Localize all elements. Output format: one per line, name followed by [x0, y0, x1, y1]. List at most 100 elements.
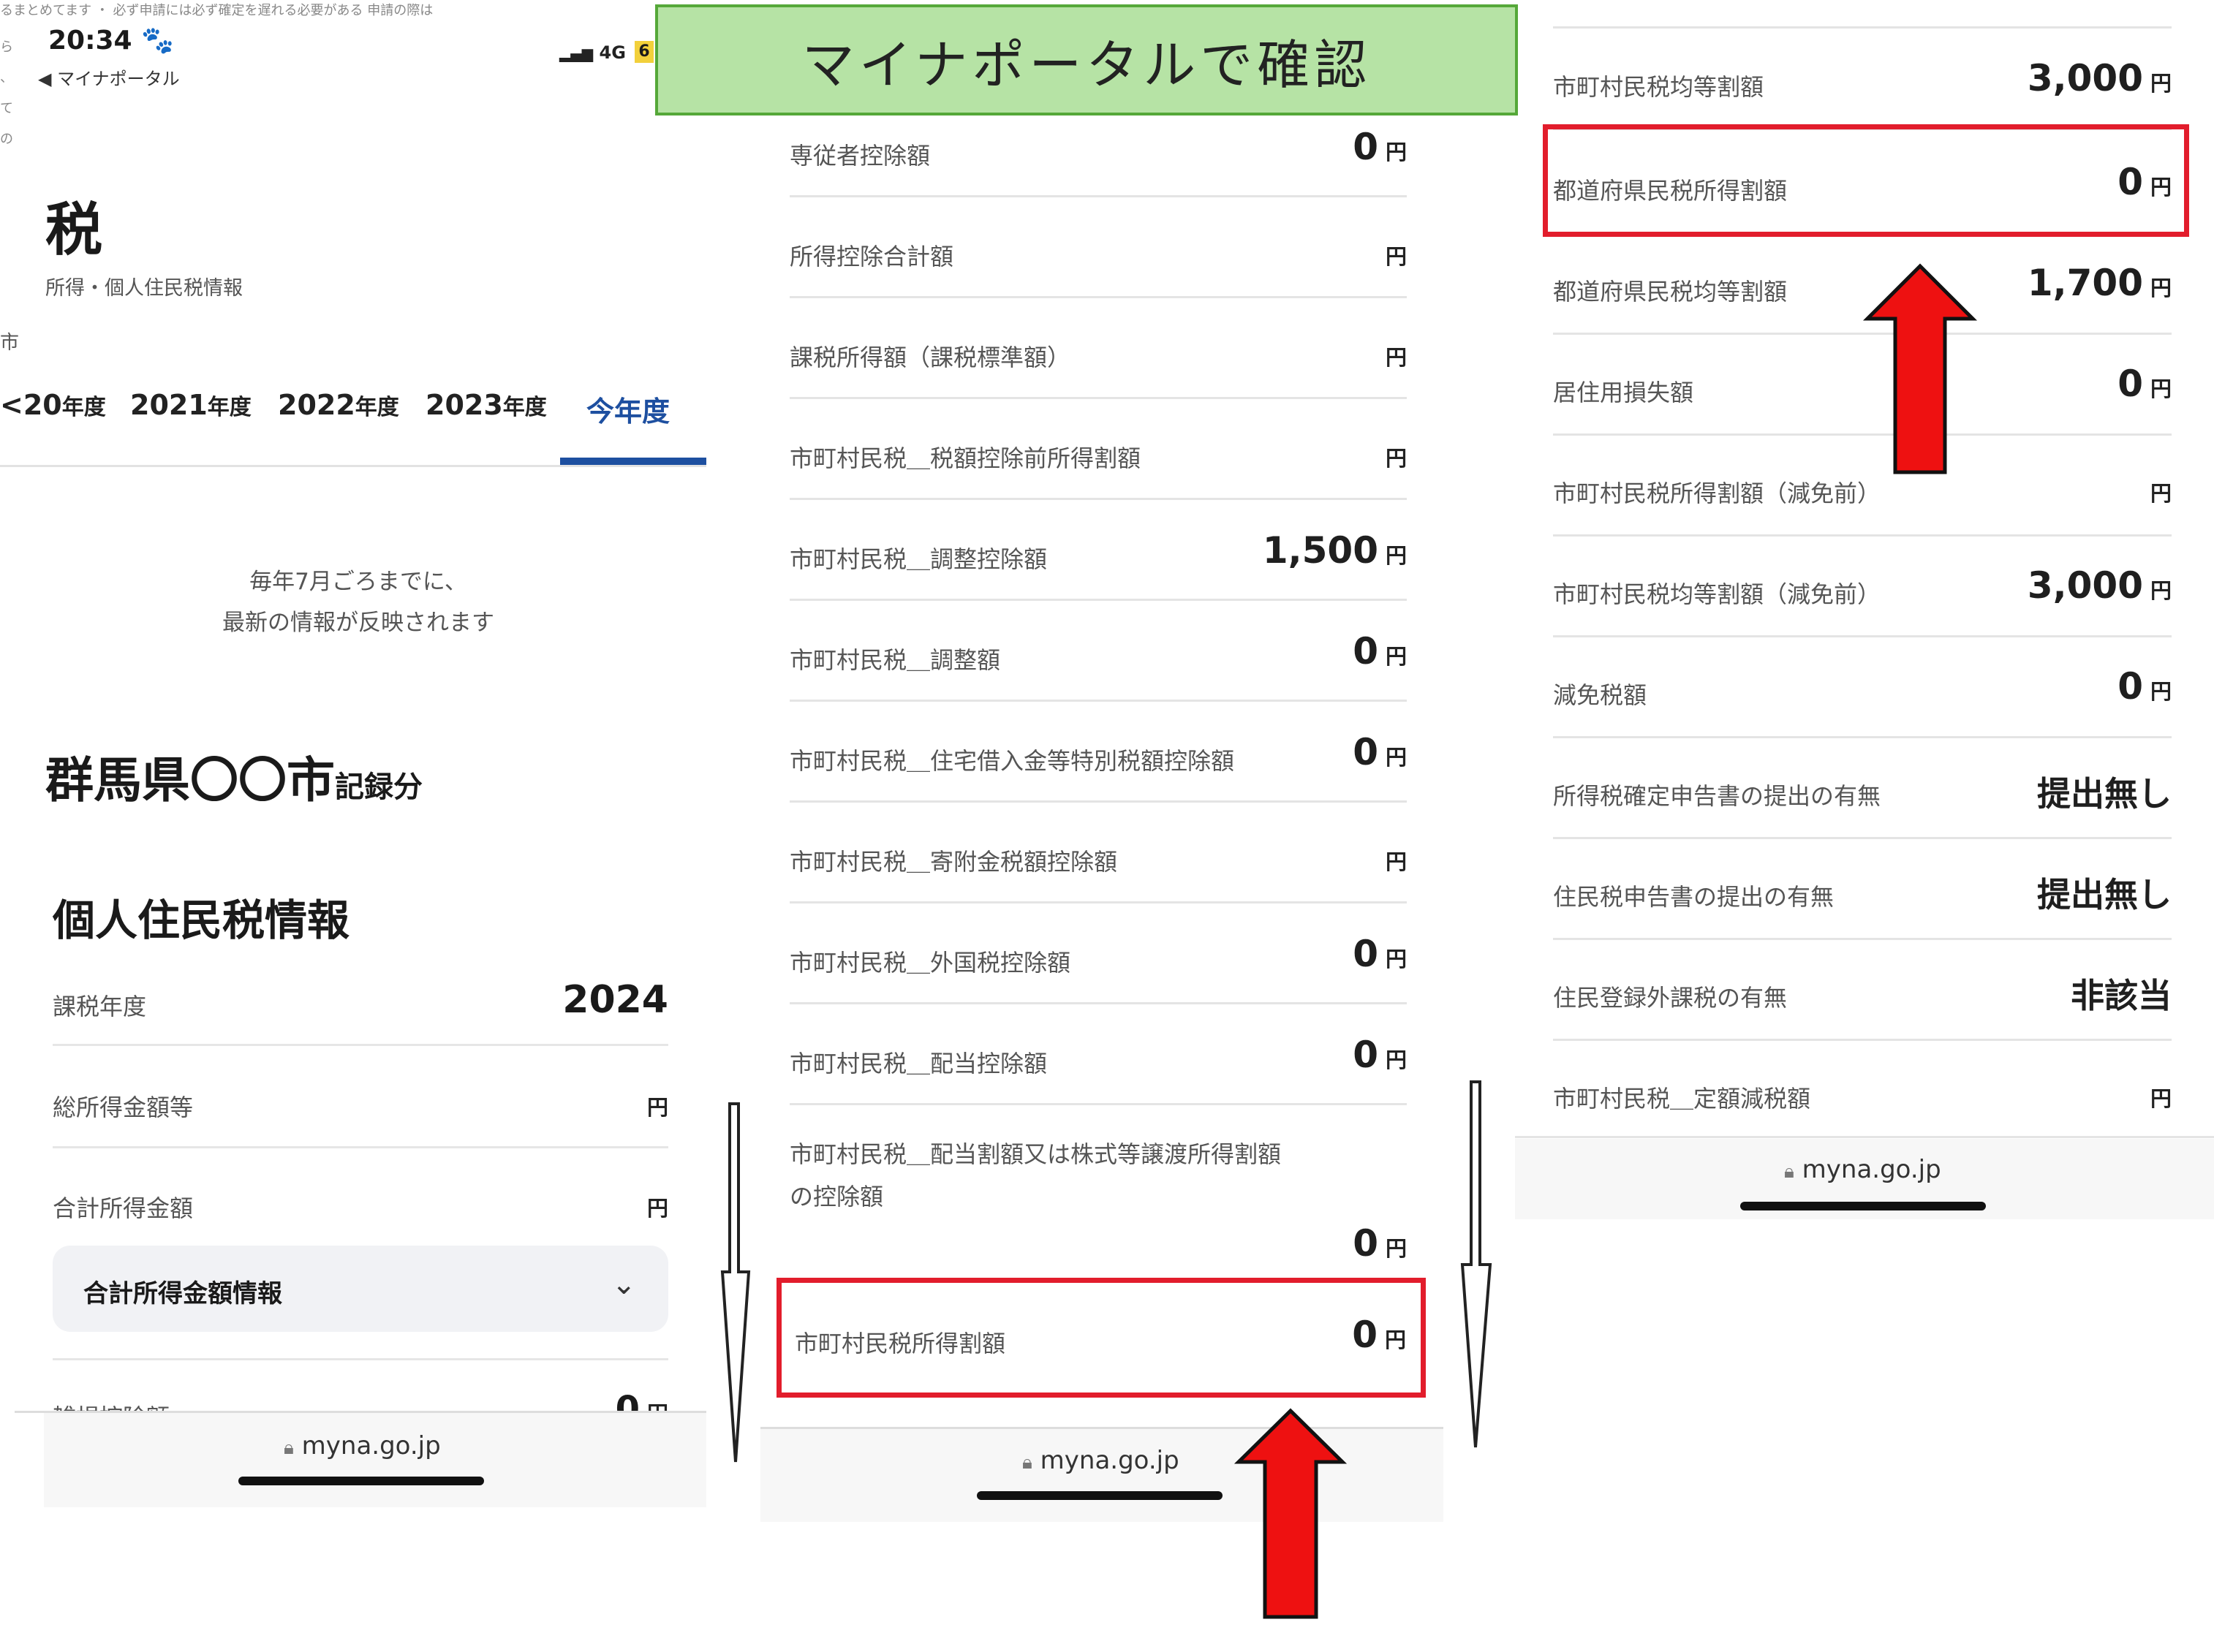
signal-bars-icon: ▂▄▆	[559, 45, 594, 62]
tab-2020[interactable]: <20年度	[0, 389, 106, 421]
divider	[53, 1358, 668, 1360]
row-total-income: 総所得金額等 円	[53, 1045, 668, 1148]
row-unit: 円	[2150, 481, 2172, 506]
row-unit: 円	[2150, 1086, 2172, 1111]
tab-2022[interactable]: 2022年度	[278, 389, 399, 421]
chevron-down-icon: ⌄	[611, 1268, 636, 1301]
back-to-mynaportal-link[interactable]: ◀ マイナポータル	[38, 64, 180, 90]
row-foreign-tax-credit: 市町村民税＿外国税控除額 0円	[790, 903, 1407, 1004]
row-value: 非該当	[2071, 976, 2172, 1015]
url-text: myna.go.jp	[301, 1431, 441, 1460]
row-label: 住民税申告書の提出の有無	[1553, 883, 1835, 911]
network-type: 4G	[599, 42, 626, 63]
status-time: 20:34 🐾	[48, 26, 174, 56]
divider	[1515, 1136, 2214, 1138]
row-deduction-total: 所得控除合計額 円	[790, 197, 1407, 298]
row-label: 市町村民税＿調整額	[790, 646, 1001, 674]
row-municipal-per-capita-before-reduction: 市町村民税均等割額（減免前） 3,000 円	[1553, 537, 2172, 637]
row-label: 市町村民税＿調整控除額	[790, 545, 1048, 573]
signal-indicator: ▂▄▆ 4G	[559, 42, 626, 63]
tab-2023[interactable]: 2023年度	[426, 389, 547, 421]
tab-2021[interactable]: 2021年度	[130, 389, 252, 421]
battery-icon: 6	[635, 41, 654, 63]
row-unit: 円	[1385, 446, 1407, 471]
divider	[1553, 26, 2172, 29]
row-adjustment-amount: 市町村民税＿調整額 0円	[790, 601, 1407, 702]
row-pre-credit-income-levy: 市町村民税＿税額控除前所得割額 円	[790, 399, 1407, 500]
row-prefectural-per-capita: 都道府県民税均等割額 1,700 円	[1553, 234, 2172, 335]
row-label: 総所得金額等	[53, 1094, 194, 1121]
row-tax-year: 課税年度 2024	[53, 943, 668, 1046]
row-value: 3,000 円	[2027, 57, 2172, 99]
row-label: 市町村民税＿配当控除額	[790, 1050, 1048, 1077]
tab-divider	[0, 465, 706, 467]
section-title: 個人住民税情報	[53, 895, 350, 945]
row-dependent-deduction: 専従者控除額 0円	[790, 96, 1407, 197]
row-value: 提出無し	[2037, 774, 2172, 814]
row-dividend-stock-deduction: 市町村民税＿配当割額又は株式等譲渡所得割額 の控除額 0円	[790, 1105, 1407, 1273]
row-label: 居住用損失額	[1553, 379, 1694, 406]
row-value: 0円	[1353, 126, 1407, 168]
page-subtitle: 所得・個人住民税情報	[45, 277, 243, 300]
row-value: 0円	[1353, 933, 1407, 975]
home-indicator	[977, 1491, 1223, 1500]
tab-current-year[interactable]: 今年度	[586, 389, 670, 429]
row-municipal-income-levy-before-reduction: 市町村民税所得割額（減免前） 円	[1553, 436, 2172, 537]
row-label: 課税所得額（課税標準額）	[790, 344, 1071, 371]
row-income-tax-return-filed: 所得税確定申告書の提出の有無 提出無し	[1553, 738, 2172, 839]
row-label: 市町村民税所得割額	[795, 1330, 1006, 1357]
lock-icon: 🔒︎	[1784, 1161, 1794, 1183]
banner-text: マイナポータルで確認	[801, 34, 1372, 96]
url-text: myna.go.jp	[1802, 1155, 1941, 1184]
home-indicator	[1740, 1202, 1986, 1210]
cropped-top-text: るまとめてます ・ 必ず申請には必ず確定を遅れる必要がある 申請の際は	[0, 3, 434, 18]
url-bar[interactable]: 🔒︎ myna.go.jp	[1784, 1155, 1941, 1184]
row-value: 0円	[1353, 630, 1407, 672]
row-residential-loss: 居住用損失額 0円	[1553, 335, 2172, 436]
row-value: 1,700 円	[2027, 262, 2172, 304]
row-label: 市町村民税＿外国税控除額	[790, 949, 1071, 977]
row-label: 住民登録外課税の有無	[1553, 984, 1788, 1012]
row-flat-tax-reduction: 市町村民税＿定額減税額 円	[1553, 1041, 2172, 1137]
divider	[15, 1411, 706, 1413]
row-value: 3,000 円	[2027, 564, 2172, 607]
row-label: 所得控除合計額	[790, 243, 954, 270]
row-tax-reduction: 減免税額 0円	[1553, 637, 2172, 738]
url-bar[interactable]: 🔒︎ myna.go.jp	[1022, 1446, 1179, 1475]
page-title: 税	[45, 197, 103, 263]
row-unit: 円	[646, 1196, 668, 1221]
row-label-line1: 市町村民税＿配当割額又は株式等譲渡所得割額	[790, 1140, 1282, 1168]
row-housing-loan-credit: 市町村民税＿住宅借入金等特別税額控除額 0円	[790, 702, 1407, 803]
url-text: myna.go.jp	[1040, 1446, 1179, 1475]
row-label: 所得税確定申告書の提出の有無	[1553, 782, 1881, 810]
row-label: 市町村民税＿寄附金税額控除額	[790, 848, 1118, 876]
highlight-box-prefectural-income-levy	[1543, 124, 2189, 237]
row-value: 0円	[1352, 1314, 1406, 1356]
row-donation-credit: 市町村民税＿寄附金税額控除額 円	[790, 803, 1407, 903]
lock-icon: 🔒︎	[284, 1437, 294, 1459]
update-notice-line1: 毎年7月ごろまでに、	[249, 569, 467, 595]
highlight-box-municipal-income-levy: 市町村民税所得割額 0円	[777, 1278, 1426, 1398]
row-unit: 円	[1385, 849, 1407, 874]
row-label: 合計所得金額	[53, 1194, 194, 1222]
row-value: 2024	[562, 978, 668, 1022]
dropdown-label: 合計所得金額情報	[83, 1279, 282, 1308]
cropped-left-text: ら、ての	[0, 39, 13, 147]
row-label: 減免税額	[1553, 681, 1647, 709]
up-arrow-icon	[1233, 1408, 1348, 1619]
row-value: 提出無し	[2037, 875, 2172, 914]
sum-income-dropdown[interactable]: 合計所得金額情報 ⌄	[53, 1246, 668, 1332]
lock-icon: 🔒︎	[1022, 1452, 1032, 1474]
update-notice-line2: 最新の情報が反映されます	[222, 610, 494, 636]
city-heading: 群馬県〇〇市記録分	[45, 752, 423, 808]
row-value: 0円	[1353, 1034, 1407, 1076]
row-value: 0円	[1353, 731, 1407, 773]
url-bar[interactable]: 🔒︎ myna.go.jp	[284, 1431, 441, 1460]
cropped-side-mark: 市	[0, 332, 20, 354]
row-label: 市町村民税所得割額（減免前）	[1553, 480, 1881, 507]
row-municipal-per-capita: 市町村民税均等割額 3,000 円	[1553, 29, 2172, 130]
row-value: 0円	[1353, 1222, 1407, 1265]
row-label: 市町村民税＿住宅借入金等特別税額控除額	[790, 747, 1235, 775]
row-adjustment-deduction: 市町村民税＿調整控除額 1,500 円	[790, 500, 1407, 601]
down-arrow-icon	[720, 1102, 751, 1463]
